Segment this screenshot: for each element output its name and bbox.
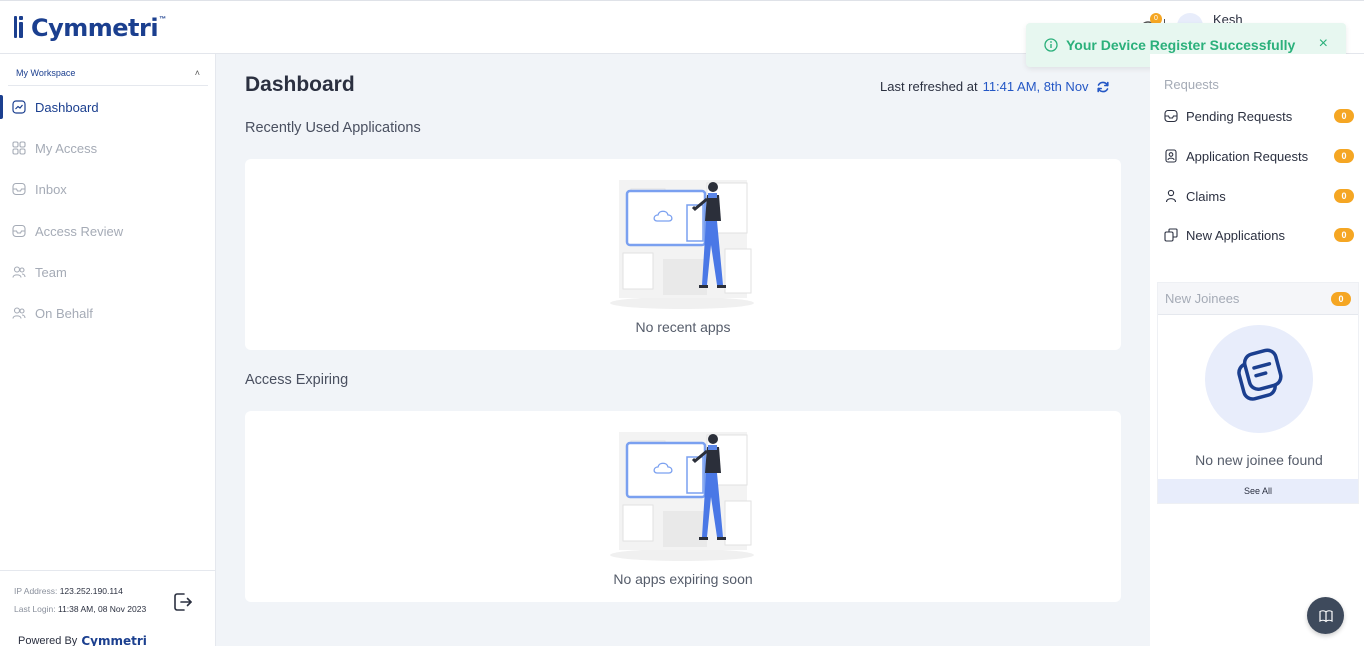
sidebar-item-label: My Access: [35, 140, 98, 156]
request-label: Claims: [1186, 188, 1226, 204]
recent-apps-empty: No recent apps: [635, 319, 731, 335]
requests-title: Requests: [1164, 77, 1219, 92]
brand-tm: ™: [159, 16, 167, 23]
inbox-icon: [12, 182, 26, 196]
last-login: Last Login: 11:38 AM, 08 Nov 2023: [14, 604, 146, 614]
access-expiring-empty: No apps expiring soon: [613, 571, 753, 587]
new-joinees-empty: No new joinee found: [1195, 452, 1323, 468]
new-joinees-title: New Joinees: [1165, 291, 1240, 306]
new-joinees-header: New Joinees 0: [1158, 283, 1358, 315]
session-info: IP Address: 123.252.190.114 Last Login: …: [0, 570, 215, 630]
count-badge: 0: [1331, 291, 1351, 306]
toast-message: Your Device Register Successfully: [1066, 37, 1296, 53]
empty-state-illustration: [610, 180, 754, 309]
refresh-label: Last refreshed at: [880, 79, 978, 94]
book-icon: [1318, 609, 1333, 622]
last-refreshed: Last refreshed at 11:41 AM, 8th Nov: [880, 79, 1110, 94]
user-card-icon: [1165, 149, 1177, 163]
count-badge: 0: [1334, 189, 1354, 203]
sidebar-item-access-review[interactable]: Access Review: [0, 216, 215, 246]
sidebar-item-label: On Behalf: [35, 305, 93, 321]
refresh-icon[interactable]: [1096, 80, 1110, 94]
logo-mark-icon: [14, 14, 28, 40]
sidebar-item-label: Team: [35, 264, 67, 280]
dashboard-icon: [12, 100, 26, 114]
empty-joinee-illustration: [1205, 325, 1313, 433]
refresh-time: 11:41 AM, 8th Nov: [982, 79, 1089, 94]
team-icon: [12, 266, 26, 278]
sidebar-item-label: Dashboard: [35, 99, 99, 115]
request-label: Application Requests: [1186, 148, 1309, 164]
review-icon: [12, 224, 26, 238]
page-title: Dashboard: [245, 73, 355, 96]
user-icon: [1165, 189, 1177, 203]
sidebar-item-inbox[interactable]: Inbox: [0, 174, 215, 204]
request-item-claims[interactable]: Claims 0: [1164, 185, 1354, 207]
documents-icon: [1237, 348, 1283, 401]
sidebar: My Workspace ˄ Dashboard My Access Inbox…: [0, 54, 216, 646]
sidebar-item-team[interactable]: Team: [0, 257, 215, 287]
last-login-value: 11:38 AM, 08 Nov 2023: [57, 604, 147, 614]
toast-close-button[interactable]: ×: [1319, 35, 1328, 53]
workspace-label: My Workspace: [16, 67, 76, 78]
request-item-new-applications[interactable]: New Applications 0: [1164, 224, 1354, 246]
logout-icon[interactable]: [172, 591, 194, 613]
chevron-up-icon: ˄: [194, 67, 200, 78]
right-panel: Requests Pending Requests 0 Application …: [1150, 54, 1364, 646]
help-book-button[interactable]: [1307, 597, 1344, 634]
empty-state-illustration: [610, 432, 754, 561]
sidebar-item-my-access[interactable]: My Access: [0, 133, 215, 163]
new-joinees-panel: New Joinees 0 No new joinee found See Al…: [1157, 282, 1359, 504]
request-label: New Applications: [1186, 227, 1285, 243]
recent-apps-title: Recently Used Applications: [245, 120, 421, 136]
brand-name: Cymmetri: [31, 14, 159, 42]
grid-icon: [12, 141, 26, 155]
access-expiring-title: Access Expiring: [245, 372, 349, 388]
sidebar-item-on-behalf[interactable]: On Behalf: [0, 298, 215, 328]
recent-apps-card: No recent apps: [245, 159, 1121, 350]
count-badge: 0: [1334, 149, 1354, 163]
info-icon: [1044, 38, 1058, 52]
request-item-application[interactable]: Application Requests 0: [1164, 145, 1354, 167]
sidebar-item-label: Inbox: [35, 181, 67, 197]
ip-address: IP Address: 123.252.190.114: [14, 586, 123, 596]
see-all-button[interactable]: See All: [1158, 479, 1358, 503]
users-icon: [12, 307, 26, 319]
count-badge: 0: [1334, 109, 1354, 123]
powered-by: Powered By Cymmetri: [18, 634, 147, 646]
sidebar-item-label: Access Review: [35, 223, 124, 239]
sidebar-item-dashboard[interactable]: Dashboard: [0, 92, 215, 122]
copy-icon: [1164, 228, 1178, 242]
ip-label: IP Address:: [14, 586, 58, 596]
ip-value: 123.252.190.114: [59, 586, 123, 596]
powered-by-label: Powered By: [18, 635, 78, 646]
powered-by-brand: Cymmetri: [81, 634, 147, 646]
last-login-label: Last Login:: [14, 604, 56, 614]
access-expiring-card: No apps expiring soon: [245, 411, 1121, 602]
request-item-pending[interactable]: Pending Requests 0: [1164, 105, 1354, 127]
brand-logo[interactable]: Cymmetri ™: [14, 14, 166, 42]
request-label: Pending Requests: [1186, 108, 1293, 124]
workspace-toggle[interactable]: My Workspace ˄: [8, 60, 208, 86]
inbox-icon: [1164, 109, 1178, 123]
count-badge: 0: [1334, 228, 1354, 242]
